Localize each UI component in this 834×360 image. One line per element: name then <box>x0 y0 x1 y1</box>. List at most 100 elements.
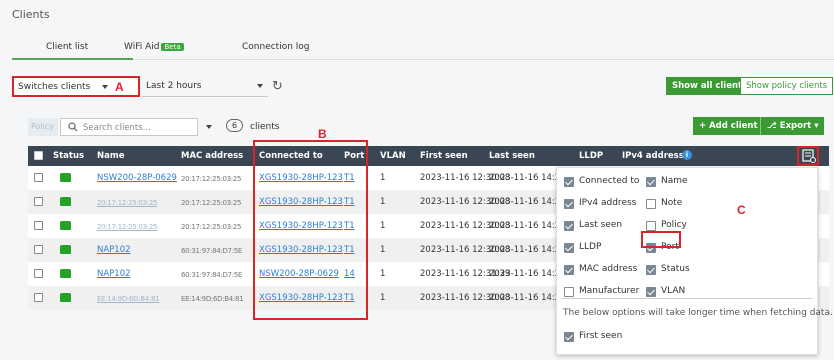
client-name-link[interactable]: NSW200-28P-0629 <box>97 173 177 183</box>
online-status-icon <box>60 197 71 206</box>
policy-button[interactable]: Policy <box>28 118 58 136</box>
time-range-value: Last 2 hours <box>146 81 202 91</box>
column-options-panel: The below options will take longer time … <box>556 167 833 355</box>
active-tab-indicator <box>12 58 133 60</box>
show-policy-clients-button[interactable]: Show policy clients <box>740 77 834 95</box>
export-button[interactable]: ⎇ Export ▾ <box>760 117 825 135</box>
client-name-link[interactable]: NAP102 <box>97 245 131 255</box>
select-all-checkbox[interactable] <box>34 151 43 160</box>
client-type-value: Switches clients <box>18 82 91 92</box>
column-option-label: Note <box>661 198 683 208</box>
tab-wifi-aid[interactable]: WiFi Aid Beta <box>124 42 184 52</box>
chevron-down-icon <box>206 125 212 129</box>
column-option-checkbox[interactable] <box>564 177 574 187</box>
info-icon: i <box>682 150 692 160</box>
add-client-button[interactable]: + Add client <box>693 117 764 135</box>
col-lldp[interactable]: LLDP <box>579 151 603 161</box>
column-option-label: Connected to <box>579 176 640 186</box>
client-name-link[interactable]: NAP102 <box>97 269 131 279</box>
column-option-checkbox[interactable] <box>564 243 574 253</box>
row-checkbox[interactable] <box>34 269 43 278</box>
table-header: Status Name MAC address Connected to Por… <box>28 146 829 166</box>
column-option-label: VLAN <box>661 286 686 296</box>
chevron-down-icon <box>102 85 108 89</box>
page-title: Clients <box>12 8 50 21</box>
column-option-checkbox[interactable] <box>646 265 656 275</box>
column-option-checkbox[interactable] <box>564 199 574 209</box>
first-seen-option-label: First seen <box>579 331 623 341</box>
col-mac[interactable]: MAC address <box>181 151 243 161</box>
tab-wifi-aid-label: WiFi Aid <box>124 42 160 52</box>
last-seen-value: 2023-11-16 14:2 <box>489 221 561 231</box>
col-first-seen[interactable]: First seen <box>420 151 468 161</box>
connected-port-highlight <box>253 140 368 320</box>
column-option-label: LLDP <box>579 242 602 252</box>
mac-address: 60:31:97:84:D7:5E <box>181 271 243 279</box>
time-range-select[interactable]: Last 2 hours <box>142 77 268 97</box>
col-last-seen[interactable]: Last seen <box>489 151 535 161</box>
row-checkbox[interactable] <box>34 293 43 302</box>
column-option-label: Last seen <box>579 220 623 230</box>
column-option-checkbox[interactable] <box>564 265 574 275</box>
last-seen-value: 2023-11-16 14:2 <box>489 293 561 303</box>
col-vlan[interactable]: VLAN <box>380 151 406 161</box>
search-input[interactable]: Search clients... <box>83 123 151 133</box>
row-checkbox[interactable] <box>34 197 43 206</box>
last-seen-value: 2023-11-16 14:2 <box>489 269 561 279</box>
client-count-badge: 6 <box>226 119 244 132</box>
search-scope-select[interactable] <box>200 118 218 136</box>
client-name-link[interactable]: EE:14:9D:6D:B4:81 <box>97 295 160 303</box>
last-seen-value: 2023-11-16 14:2 <box>489 197 561 207</box>
online-status-icon <box>60 221 71 230</box>
search-field[interactable]: Search clients... <box>60 118 198 136</box>
client-count-label: clients <box>250 122 280 132</box>
column-option-label: IPv4 address <box>579 198 637 208</box>
col-name[interactable]: Name <box>97 151 124 161</box>
refresh-icon[interactable]: ↻ <box>272 79 283 94</box>
callout-b: B <box>318 127 327 141</box>
column-option-label: Status <box>661 264 690 274</box>
vlan-value: 1 <box>380 293 386 303</box>
first-seen-checkbox[interactable] <box>564 332 574 342</box>
column-option-checkbox[interactable] <box>646 177 656 187</box>
chevron-down-icon: ▾ <box>811 121 819 131</box>
tab-connection-log[interactable]: Connection log <box>242 42 310 52</box>
online-status-icon <box>60 269 71 278</box>
vlan-value: 1 <box>380 221 386 231</box>
panel-divider <box>561 298 813 299</box>
column-option-checkbox[interactable] <box>564 287 574 297</box>
column-option-checkbox[interactable] <box>646 221 656 231</box>
col-ipv4[interactable]: IPv4 address <box>622 151 684 161</box>
client-name-link[interactable]: 20:17:12:25:03:25 <box>97 199 157 207</box>
column-option-label: Name <box>661 176 688 186</box>
callout-c: C <box>737 203 746 217</box>
last-seen-value: 2023-11-16 14:2 <box>489 245 561 255</box>
vlan-value: 1 <box>380 269 386 279</box>
col-status[interactable]: Status <box>53 151 84 161</box>
column-option-label: MAC address <box>579 264 638 274</box>
port-option-highlight <box>641 231 681 248</box>
row-checkbox[interactable] <box>34 173 43 182</box>
callout-a: A <box>115 80 124 94</box>
chevron-down-icon <box>257 84 263 88</box>
column-option-checkbox[interactable] <box>646 287 656 297</box>
client-name-link[interactable]: 20:17:12:25:03:25 <box>97 223 157 231</box>
columns-icon <box>802 149 816 163</box>
column-option-checkbox[interactable] <box>646 199 656 209</box>
row-checkbox[interactable] <box>34 221 43 230</box>
mac-address: 20:17:12:25:03:25 <box>181 175 242 183</box>
online-status-icon <box>60 293 71 302</box>
column-settings-button[interactable] <box>797 146 819 166</box>
panel-note: The below options will take longer time … <box>563 308 833 318</box>
search-icon <box>68 122 78 132</box>
tab-client-list[interactable]: Client list <box>46 42 88 52</box>
vlan-value: 1 <box>380 197 386 207</box>
tab-bar: Client list WiFi Aid Beta Connection log <box>12 38 834 60</box>
column-option-checkbox[interactable] <box>564 221 574 231</box>
mac-address: EE:14:9D:6D:B4:81 <box>181 295 244 303</box>
vlan-value: 1 <box>380 173 386 183</box>
row-checkbox[interactable] <box>34 245 43 254</box>
mac-address: 60:31:97:84:D7:5E <box>181 247 243 255</box>
last-seen-value: 2023-11-16 14:2 <box>489 173 561 183</box>
column-option-label: Manufacturer <box>579 286 640 296</box>
